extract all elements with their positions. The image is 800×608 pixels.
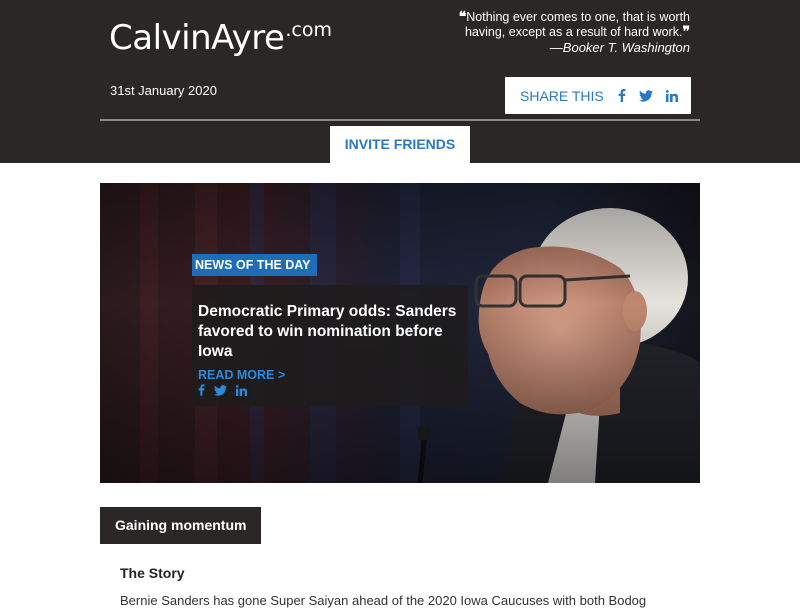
invite-friends-button[interactable]: INVITE FRIENDS xyxy=(330,126,470,163)
section-tab: Gaining momentum xyxy=(100,507,261,544)
linkedin-icon[interactable] xyxy=(665,89,678,102)
facebook-icon[interactable] xyxy=(198,384,205,396)
quote-author: —Booker T. Washington xyxy=(549,40,690,55)
email-header: CalvinAyre.com ❝Nothing ever comes to on… xyxy=(0,0,800,163)
news-card: Democratic Primary odds: Sanders favored… xyxy=(192,285,468,406)
linkedin-icon[interactable] xyxy=(236,384,247,396)
news-share-icons xyxy=(198,384,462,396)
close-quote-icon: ❞ xyxy=(682,24,690,40)
twitter-icon[interactable] xyxy=(638,89,653,102)
story-heading: The Story xyxy=(120,565,185,581)
news-headline[interactable]: Democratic Primary odds: Sanders favored… xyxy=(198,302,462,362)
header-quote: ❝Nothing ever comes to one, that is wort… xyxy=(430,10,690,56)
story-text: Bernie Sanders has gone Super Saiyan ahe… xyxy=(120,593,647,608)
twitter-icon[interactable] xyxy=(214,384,227,396)
issue-date: 31st January 2020 xyxy=(110,83,217,98)
share-label: SHARE THIS xyxy=(520,87,604,104)
quote-text: Nothing ever comes to one, that is worth… xyxy=(464,10,690,39)
share-box: SHARE THIS xyxy=(505,77,691,114)
news-of-the-day-badge: NEWS OF THE DAY xyxy=(192,254,317,276)
site-logo[interactable]: CalvinAyre.com xyxy=(109,18,332,58)
header-divider xyxy=(100,119,700,121)
read-more-link[interactable]: READ MORE > xyxy=(198,368,462,382)
facebook-icon[interactable] xyxy=(618,89,626,102)
